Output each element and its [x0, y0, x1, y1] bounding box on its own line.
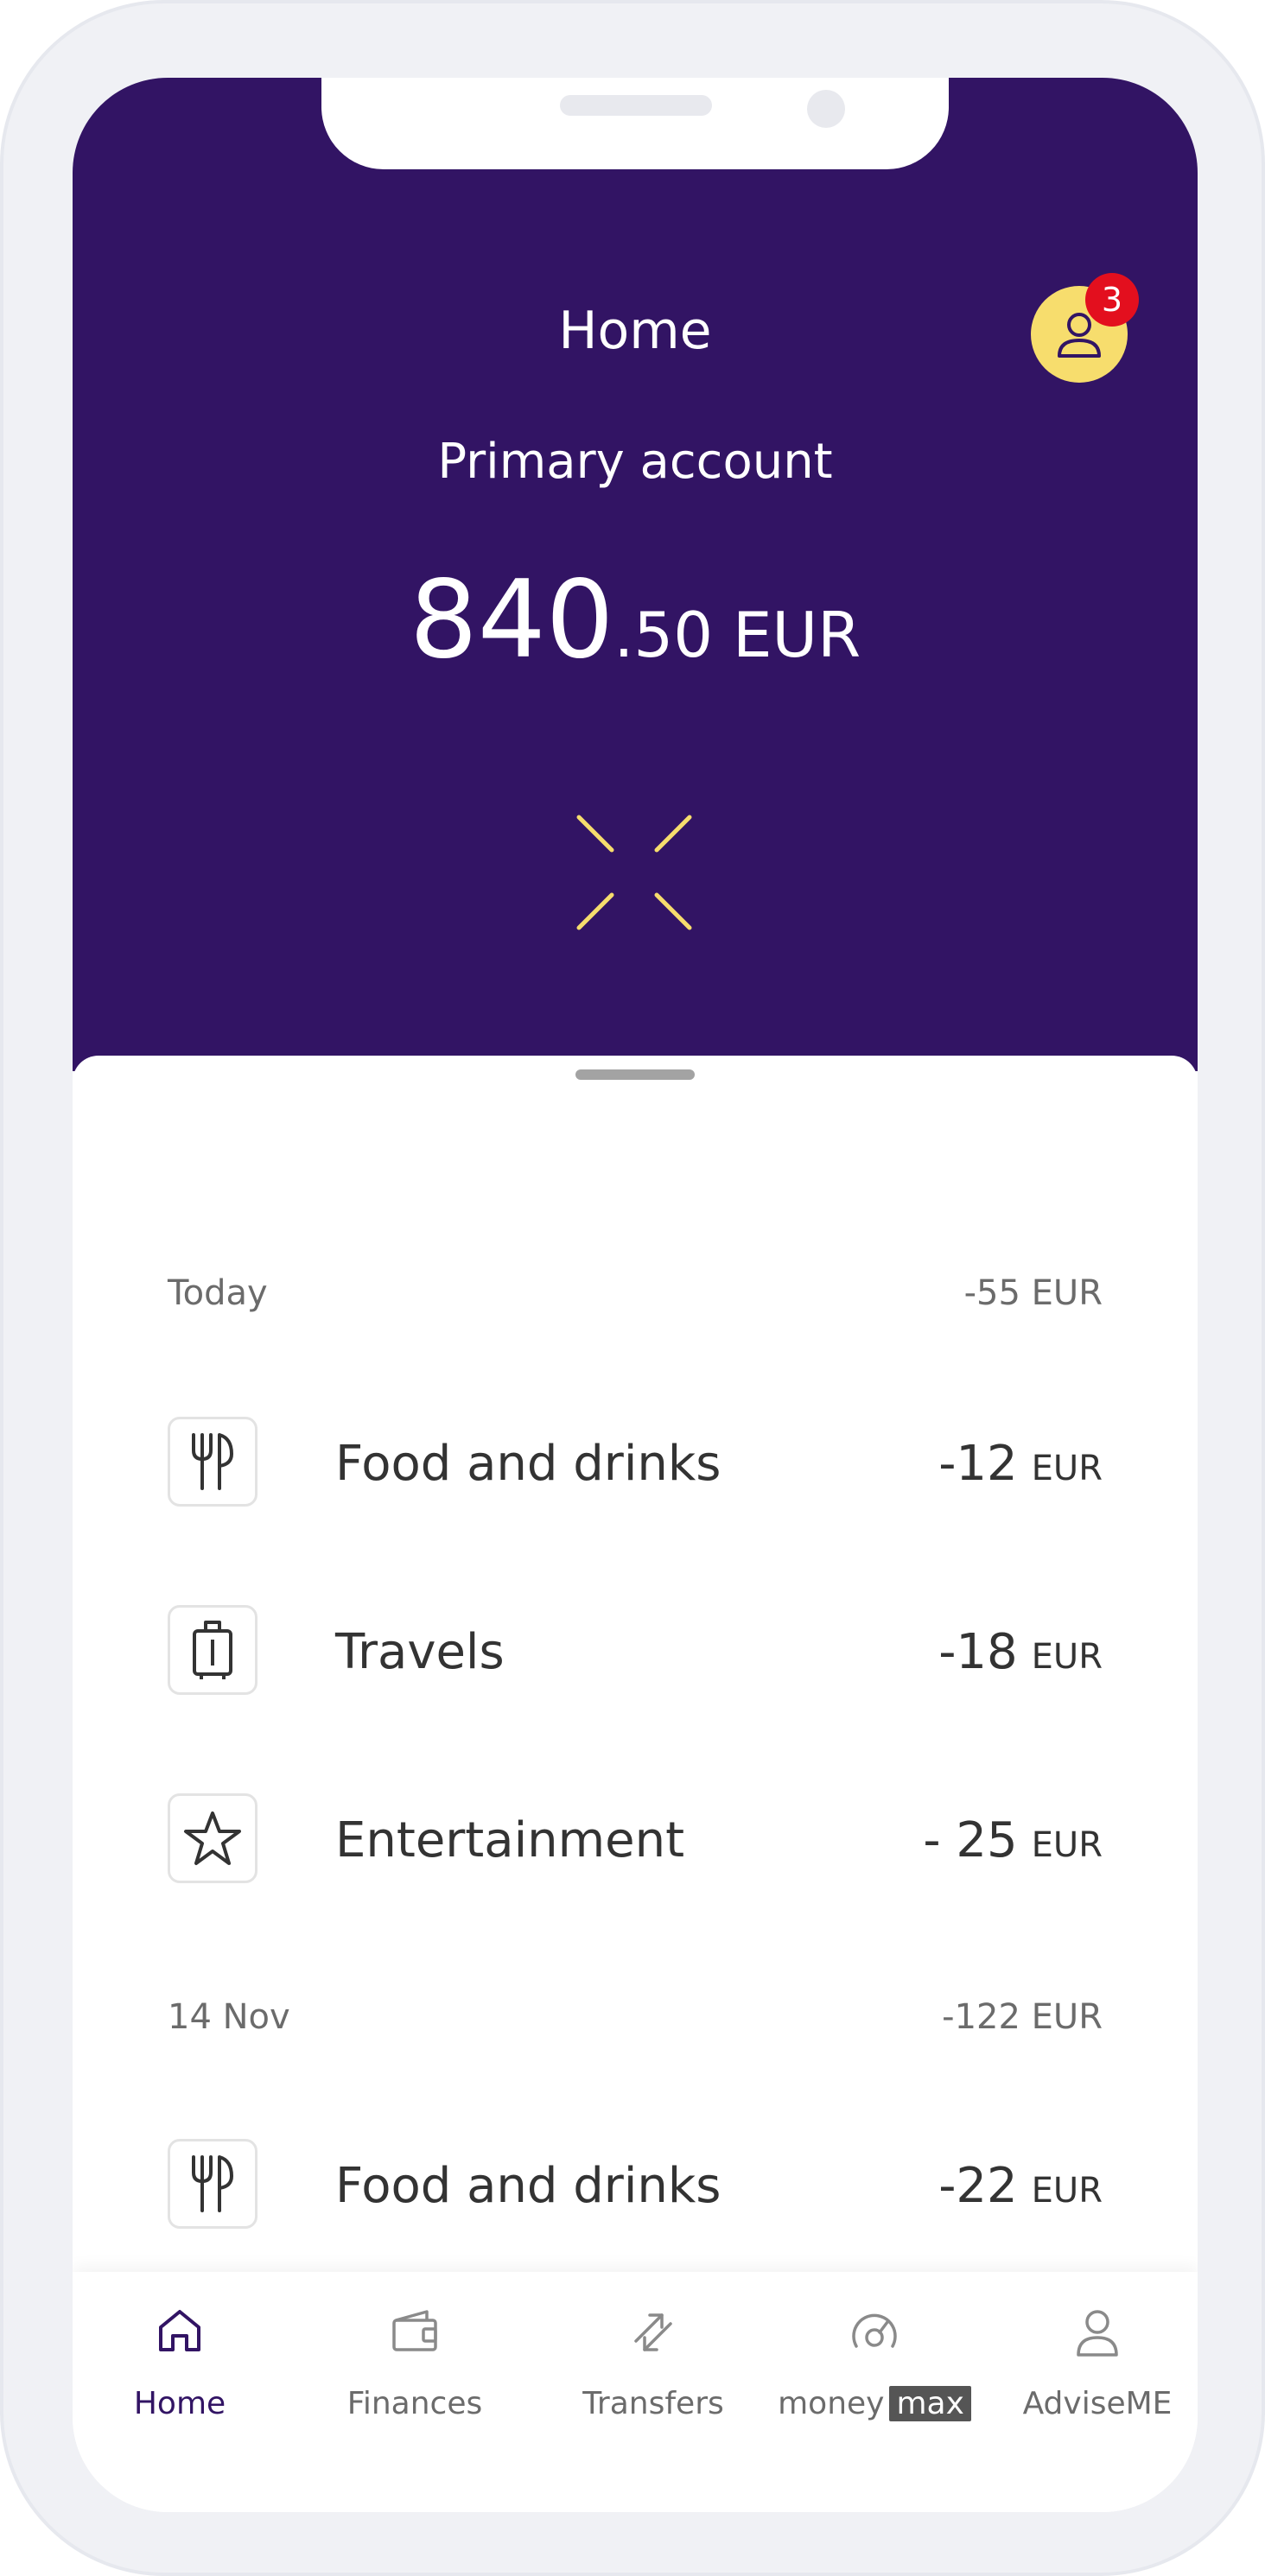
gauge-icon: [852, 2313, 897, 2348]
transaction-row[interactable]: Travels -18 EUR: [168, 1605, 1103, 1702]
transaction-name: Entertainment: [335, 1812, 685, 1869]
balance-currency: EUR: [732, 599, 861, 671]
group-date: Today: [168, 1273, 268, 1313]
transaction-name: Food and drinks: [335, 2158, 721, 2214]
star-icon: [184, 1811, 241, 1865]
bottom-tab-bar: Home Finances Transfers money max Advise…: [73, 2272, 1198, 2512]
transaction-row[interactable]: Food and drinks -22 EUR: [168, 2139, 1103, 2236]
sheet-drag-handle[interactable]: [575, 1069, 695, 1080]
amount-currency: EUR: [1031, 1637, 1103, 1677]
front-camera: [807, 90, 845, 128]
app-screen: Home 3 Primary account 840.50 EUR Today …: [73, 78, 1198, 2512]
group-date: 14 Nov: [168, 1997, 290, 2037]
amount-value: -12: [938, 1436, 1018, 1492]
tab-label: Transfers: [582, 2386, 724, 2421]
notification-badge: 3: [1085, 273, 1139, 327]
tab-finances[interactable]: Finances: [302, 2272, 527, 2445]
wallet-icon: [392, 2310, 437, 2351]
phone-frame: Home 3 Primary account 840.50 EUR Today …: [0, 0, 1265, 2576]
group-header-today: Today -55 EUR: [168, 1273, 1103, 1325]
page-title: Home: [558, 301, 712, 361]
transaction-amount: -18 EUR: [938, 1624, 1103, 1680]
fork-knife-icon: [192, 1433, 233, 1490]
amount-value: -22: [938, 2158, 1018, 2214]
amount-currency: EUR: [1031, 1449, 1103, 1488]
transaction-icon-box: [168, 1605, 257, 1695]
transaction-icon-box: [168, 1793, 257, 1883]
tab-label: AdviseME: [1022, 2386, 1173, 2421]
group-header-14-nov: 14 Nov -122 EUR: [168, 1997, 1103, 2049]
tab-label: money max: [762, 2386, 987, 2421]
tab-transfers[interactable]: Transfers: [541, 2272, 766, 2445]
account-balance: 840.50 EUR: [73, 558, 1198, 682]
home-header: Home 3 Primary account 840.50 EUR: [73, 78, 1198, 1071]
amount-value: -18: [938, 1624, 1018, 1680]
transaction-amount: -22 EUR: [938, 2158, 1103, 2214]
group-total: -55 EUR: [963, 1273, 1103, 1313]
fork-knife-icon: [192, 2155, 233, 2212]
tab-home[interactable]: Home: [73, 2272, 292, 2445]
transaction-amount: -12 EUR: [938, 1436, 1103, 1492]
speaker-grille: [560, 95, 712, 116]
tab-adviseme[interactable]: AdviseME: [985, 2272, 1198, 2445]
balance-whole: 840: [409, 558, 614, 682]
tab-moneymax[interactable]: money max: [762, 2272, 987, 2445]
device-notch: [321, 78, 949, 169]
home-icon: [159, 2310, 200, 2351]
transfer-arrows-icon: [634, 2313, 672, 2351]
transaction-icon-box: [168, 1417, 257, 1507]
moneymax-box: max: [889, 2386, 971, 2421]
amount-currency: EUR: [1031, 1825, 1103, 1865]
expand-icon[interactable]: [574, 812, 695, 933]
suitcase-icon: [193, 1621, 232, 1679]
tab-label: Finances: [346, 2386, 483, 2421]
amount-currency: EUR: [1031, 2171, 1103, 2211]
tab-label: Home: [133, 2386, 226, 2421]
moneymax-prefix: money: [778, 2386, 885, 2421]
advisor-icon: [1077, 2310, 1118, 2357]
group-total: -122 EUR: [942, 1997, 1103, 2037]
transaction-name: Travels: [335, 1624, 505, 1680]
account-name[interactable]: Primary account: [73, 434, 1198, 490]
amount-value: - 25: [923, 1812, 1018, 1869]
transaction-row[interactable]: Food and drinks -12 EUR: [168, 1417, 1103, 1513]
balance-fraction: .50: [613, 599, 714, 671]
transaction-name: Food and drinks: [335, 1436, 721, 1492]
transaction-row[interactable]: Entertainment - 25 EUR: [168, 1793, 1103, 1890]
transaction-icon-box: [168, 2139, 257, 2229]
transaction-amount: - 25 EUR: [923, 1812, 1103, 1869]
